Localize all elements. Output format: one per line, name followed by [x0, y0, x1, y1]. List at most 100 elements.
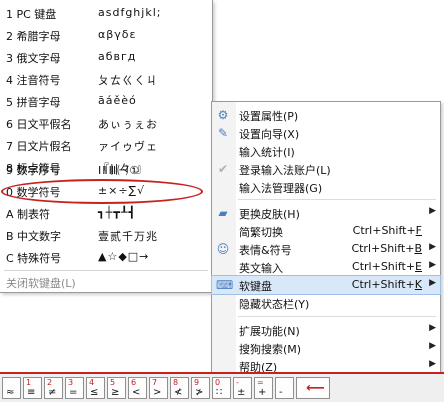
- kb-item-katakana[interactable]: 7 日文片假名 ァイゥヴェ: [0, 134, 212, 156]
- kb-item-label: B 中文数字: [6, 230, 62, 243]
- submenu-arrow-icon: ▶: [429, 260, 436, 270]
- kb-item-sample: ⅠⅡⅢ㈠①: [98, 164, 141, 177]
- menu-item-shortcut: Ctrl+Shift+E: [352, 260, 422, 273]
- key-number: 4: [89, 378, 95, 387]
- kb-item-zhuyin[interactable]: 4 注音符号 ㄆㄊㄍㄑㄐ: [0, 68, 212, 90]
- soft-key[interactable]: = +: [254, 377, 273, 399]
- kb-item-russian[interactable]: 3 俄文字母 абвгд: [0, 46, 212, 68]
- menu-item-settings[interactable]: ⚙ 设置属性(P): [212, 106, 440, 124]
- key-symbol: ≯: [195, 387, 204, 398]
- kb-menu-divider: [4, 270, 208, 271]
- soft-key[interactable]: 7 >: [149, 377, 168, 399]
- key-number: 3: [68, 378, 74, 387]
- menu-item-emoji-symbols[interactable]: ☺ 表情&符号 Ctrl+Shift+B ▶: [212, 240, 440, 258]
- menu-item-setup-wizard[interactable]: ✎ 设置向导(X): [212, 124, 440, 142]
- kb-item-label: 6 日文平假名: [6, 118, 72, 131]
- soft-key[interactable]: 2 ≠: [44, 377, 63, 399]
- kb-item-pc[interactable]: 1 PC 键盘 asdfghjkl;: [0, 2, 212, 24]
- menu-item-label: 简繁切换: [239, 226, 283, 239]
- kb-item-sample: あぃぅぇお: [98, 118, 158, 131]
- key-number: 2: [47, 378, 53, 387]
- menu-item-hide-statusbar[interactable]: 隐藏状态栏(Y): [212, 294, 440, 312]
- key-symbol: -: [279, 387, 283, 398]
- backspace-key[interactable]: ⟵: [296, 377, 330, 399]
- kb-item-sample: ㄆㄊㄍㄑㄐ: [98, 74, 158, 87]
- kb-item-chinese-numerals[interactable]: B 中文数字 壹贰千万兆: [0, 224, 212, 246]
- key-symbol: ∷: [216, 387, 223, 398]
- soft-key[interactable]: 4 ≤: [86, 377, 105, 399]
- key-symbol: =: [69, 387, 78, 398]
- menu-item-label: 设置属性(P): [239, 110, 299, 123]
- soft-key[interactable]: 3 =: [65, 377, 84, 399]
- submenu-arrow-icon: ▶: [429, 278, 436, 288]
- soft-keyboard-menu: 1 PC 键盘 asdfghjkl; 2 希腊字母 αβγδε 3 俄文字母 а…: [0, 0, 213, 293]
- key-symbol: ≡: [27, 387, 36, 398]
- menu-separator: [238, 316, 436, 317]
- key-symbol: ≤: [90, 387, 99, 398]
- close-soft-keyboard-item[interactable]: 关闭软键盘(L): [0, 272, 212, 292]
- menu-item-label: 搜狗搜索(M): [239, 343, 302, 356]
- kb-item-math[interactable]: 0 数学符号 ±×÷∑√: [0, 180, 212, 202]
- submenu-arrow-icon: ▶: [429, 242, 436, 252]
- key-number: 5: [110, 378, 116, 387]
- soft-key[interactable]: 5 ≥: [107, 377, 126, 399]
- menu-item-trad-simp[interactable]: 简繁切换 Ctrl+Shift+F: [212, 222, 440, 240]
- menu-item-shortcut: Ctrl+Shift+F: [352, 224, 422, 237]
- soft-key[interactable]: ≈: [2, 377, 21, 399]
- menu-item-extensions[interactable]: 扩展功能(N) ▶: [212, 321, 440, 339]
- menu-item-label: 软键盘: [239, 280, 272, 293]
- menu-item-login[interactable]: ✔ 登录输入法账户(L): [212, 160, 440, 178]
- kb-item-sample: ァイゥヴェ: [98, 140, 158, 153]
- key-symbol: +: [258, 387, 267, 398]
- soft-key[interactable]: 8 ≮: [170, 377, 189, 399]
- ime-context-menu: ⚙ 设置属性(P) ✎ 设置向导(X) 输入统计(I) ✔ 登录输入法账户(L)…: [211, 101, 441, 395]
- kb-item-label: 3 俄文字母: [6, 52, 61, 65]
- menu-separator: [238, 199, 436, 200]
- kb-item-label: 1 PC 键盘: [6, 8, 57, 21]
- kb-item-label: 0 数学符号: [6, 186, 61, 199]
- soft-key[interactable]: 1 ≡: [23, 377, 42, 399]
- kb-item-greek[interactable]: 2 希腊字母 αβγδε: [0, 24, 212, 46]
- soft-key[interactable]: 0 ∷: [212, 377, 231, 399]
- soft-key[interactable]: -: [275, 377, 294, 399]
- soft-key[interactable]: 9 ≯: [191, 377, 210, 399]
- menu-item-input-stats[interactable]: 输入统计(I): [212, 142, 440, 160]
- key-number: 9: [194, 378, 200, 387]
- kb-item-sample: ▲☆◆□→: [98, 250, 150, 263]
- kb-item-hiragana[interactable]: 6 日文平假名 あぃぅぇお: [0, 112, 212, 134]
- kb-item-sample: ┓┼┳┸┫: [98, 206, 137, 219]
- menu-item-sogou-search[interactable]: 搜狗搜索(M) ▶: [212, 339, 440, 357]
- kb-item-box-drawing[interactable]: A 制表符 ┓┼┳┸┫: [0, 202, 212, 224]
- soft-key[interactable]: - ±: [233, 377, 252, 399]
- kb-item-label: 4 注音符号: [6, 74, 61, 87]
- menu-item-label: 设置向导(X): [239, 128, 300, 141]
- close-soft-keyboard-label: 关闭软键盘(L): [6, 277, 76, 290]
- kb-item-sample: 壹贰千万兆: [98, 230, 158, 243]
- key-number: =: [257, 378, 264, 387]
- menu-item-soft-keyboard[interactable]: ⌨ 软键盘 Ctrl+Shift+K ▶: [211, 275, 441, 295]
- kb-item-pinyin[interactable]: 5 拼音字母 āáěèó: [0, 90, 212, 112]
- key-symbol: ≮: [174, 387, 183, 398]
- menu-item-label: 隐藏状态栏(Y): [239, 298, 310, 311]
- kb-item-number-order[interactable]: 9 数字序号 ⅠⅡⅢ㈠①: [0, 158, 212, 180]
- kb-item-label: 9 数字序号: [6, 164, 61, 177]
- key-symbol: ≠: [48, 387, 57, 398]
- check-circle-icon: ✔: [217, 162, 229, 176]
- menu-item-english-input[interactable]: 英文输入 Ctrl+Shift+E ▶: [212, 258, 440, 276]
- key-number: 6: [131, 378, 137, 387]
- menu-item-label: 更换皮肤(H): [239, 208, 300, 221]
- menu-item-ime-manager[interactable]: 输入法管理器(G): [212, 178, 440, 196]
- kb-item-label: 7 日文片假名: [6, 140, 72, 153]
- key-symbol: ±: [237, 387, 246, 398]
- key-number: 1: [26, 378, 32, 387]
- kb-item-label: 2 希腊字母: [6, 30, 61, 43]
- menu-item-label: 表情&符号: [239, 244, 292, 257]
- kb-item-special-symbols[interactable]: C 特殊符号 ▲☆◆□→: [0, 246, 212, 268]
- soft-key[interactable]: 6 <: [128, 377, 147, 399]
- menu-item-label: 输入统计(I): [239, 146, 295, 159]
- key-number: 8: [173, 378, 179, 387]
- menu-item-label: 扩展功能(N): [239, 325, 300, 338]
- menu-item-change-skin[interactable]: ▰ 更换皮肤(H) ▶: [212, 204, 440, 222]
- gear-icon: ⚙: [217, 108, 229, 122]
- wizard-icon: ✎: [217, 126, 229, 140]
